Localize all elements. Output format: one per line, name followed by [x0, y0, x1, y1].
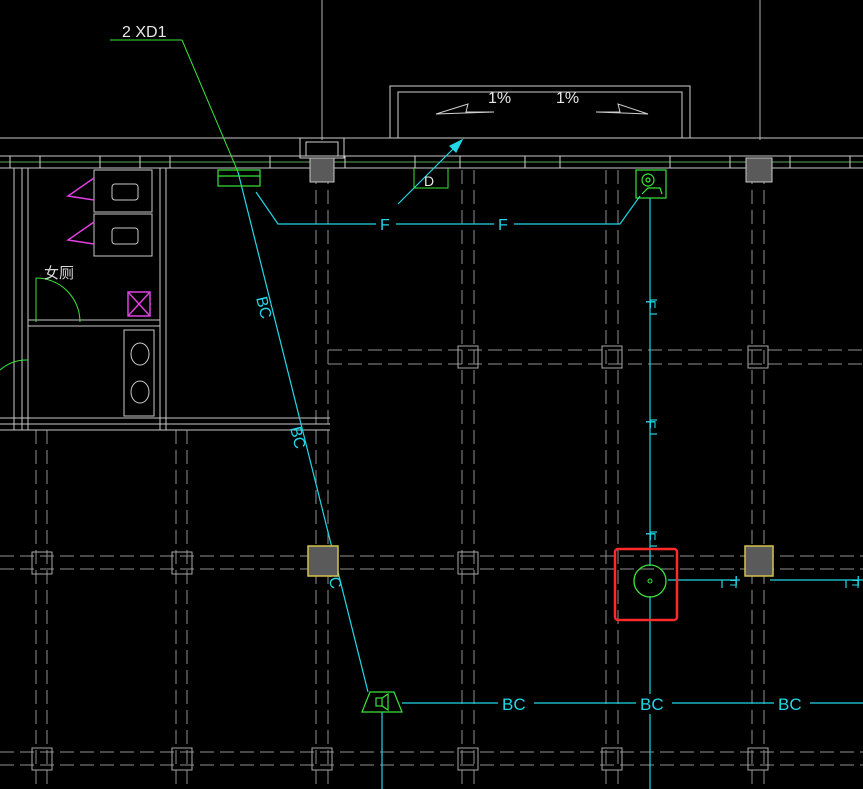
wire-label-f-top-2: F	[498, 217, 508, 234]
structural-columns	[307, 545, 774, 577]
selection-highlight-box	[613, 547, 679, 622]
wire-label-f-vert-3: F	[643, 532, 659, 541]
wire-label-f-top-1: F	[380, 217, 390, 234]
alarm-horn-icon[interactable]	[361, 691, 403, 713]
wire-label-f-right-2: F	[851, 573, 860, 589]
top-wall	[0, 137, 863, 169]
wire-label-bc-diag-1: BC	[252, 295, 274, 321]
wire-label-bc-h-3: BC	[778, 695, 802, 714]
f-ticks	[650, 299, 859, 588]
dashed-grid	[0, 170, 863, 789]
smoke-detector-icon[interactable]	[633, 564, 667, 598]
dimension-d-label: D	[424, 173, 434, 189]
wire-label-f-right-1: F	[729, 573, 738, 589]
wire-label-f-vert-1: F	[643, 300, 659, 309]
wire-label-bc-h-2: BC	[640, 695, 664, 714]
label-masks	[376, 214, 810, 714]
slope-label-left: 1%	[488, 90, 511, 107]
left-rooms	[0, 168, 330, 431]
floor-plan-drawing: 1% 1% 女厕 2 XD1 F F BC BC BC BC BC BC F F…	[0, 0, 863, 789]
cad-canvas: 1% 1% 女厕 2 XD1 F F BC BC BC BC BC BC F F…	[0, 0, 863, 789]
wire-label-bc-h-1: BC	[502, 695, 526, 714]
camera-icon[interactable]	[635, 169, 667, 199]
wire-label-bc-diag-2: BC	[286, 425, 308, 451]
slope-label-right: 1%	[556, 90, 579, 107]
room-name-label: 女厕	[44, 264, 74, 282]
axis-lines	[321, 0, 761, 140]
cable-tag-label: 2 XD1	[122, 24, 167, 41]
canopy-outline	[389, 85, 691, 139]
tag-leader	[110, 39, 239, 173]
wire-label-f-vert-2: F	[643, 420, 659, 429]
wiring	[237, 138, 863, 789]
